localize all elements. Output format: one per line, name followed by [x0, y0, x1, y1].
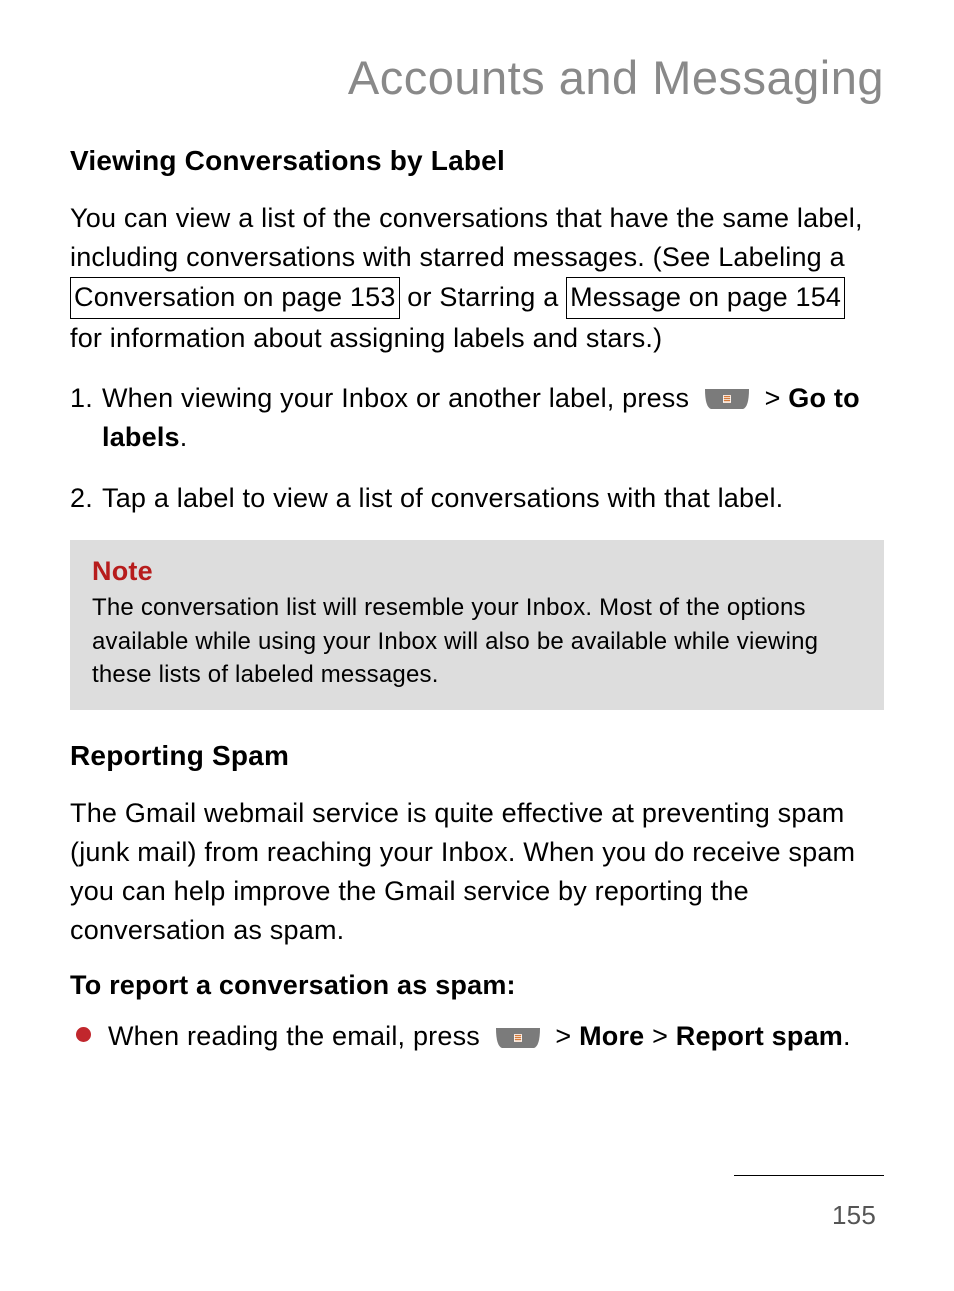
- page-number: 155: [832, 1200, 876, 1231]
- paragraph-spam-intro: The Gmail webmail service is quite effec…: [70, 794, 884, 951]
- chapter-title: Accounts and Messaging: [70, 50, 884, 105]
- sub-heading-report-spam: To report a conversation as spam:: [70, 970, 884, 1001]
- step-1: When viewing your Inbox or another label…: [70, 379, 884, 457]
- separator-gt: >: [765, 383, 781, 413]
- text-period: .: [843, 1021, 851, 1051]
- steps-list: When viewing your Inbox or another label…: [70, 379, 884, 518]
- text-fragment: or Starring a: [400, 282, 567, 312]
- note-box: Note The conversation list will resemble…: [70, 540, 884, 710]
- bullet-item-report: When reading the email, press > More > R…: [70, 1017, 884, 1056]
- cross-ref-link-conversation[interactable]: Conversation on page 153: [70, 277, 400, 319]
- text-fragment: for information about assigning labels a…: [70, 323, 662, 353]
- ui-label-report-spam: Report spam: [668, 1021, 843, 1051]
- text-fragment: When reading the email, press: [108, 1021, 488, 1051]
- ui-label-more: More: [571, 1021, 652, 1051]
- menu-key-icon: [703, 387, 751, 411]
- paragraph-viewing-intro: You can view a list of the conversations…: [70, 199, 884, 359]
- bullet-list: When reading the email, press > More > R…: [70, 1017, 884, 1056]
- bullet-dot-icon: [76, 1027, 91, 1042]
- step-2: Tap a label to view a list of conversati…: [70, 479, 884, 518]
- text-fragment: When viewing your Inbox or another label…: [102, 383, 697, 413]
- menu-key-icon: [494, 1026, 542, 1050]
- manual-page: Accounts and Messaging Viewing Conversat…: [0, 0, 954, 1291]
- section-heading-spam: Reporting Spam: [70, 740, 884, 772]
- text-fragment: You can view a list of the conversations…: [70, 203, 863, 272]
- section-heading-viewing: Viewing Conversations by Label: [70, 145, 884, 177]
- separator-gt: >: [555, 1021, 571, 1051]
- cross-ref-link-message[interactable]: Message on page 154: [566, 277, 845, 319]
- text-period: .: [180, 422, 188, 452]
- separator-gt: >: [652, 1021, 668, 1051]
- note-title: Note: [92, 556, 862, 587]
- note-body: The conversation list will resemble your…: [92, 591, 862, 692]
- footer-rule: [734, 1175, 884, 1176]
